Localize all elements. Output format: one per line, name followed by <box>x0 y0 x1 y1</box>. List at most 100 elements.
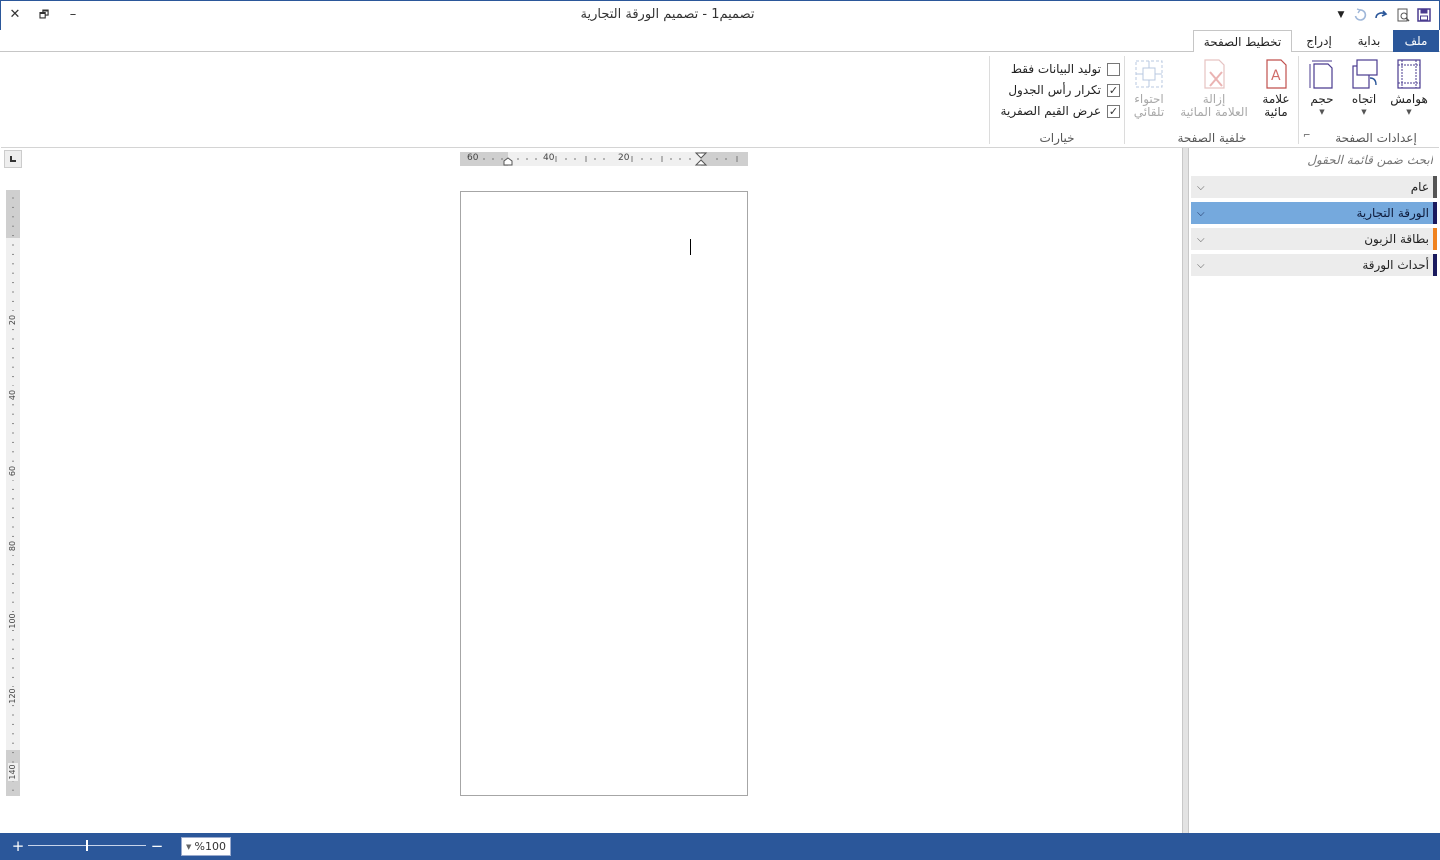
page-setup-group-label: إعدادات الصفحة <box>1335 131 1417 145</box>
margins-label: هوامش <box>1390 92 1428 106</box>
zoom-out-button[interactable]: − <box>150 837 164 855</box>
ruler-label: 40 <box>543 153 555 163</box>
margins-icon <box>1397 59 1421 89</box>
ruler-label: 60 <box>8 462 18 480</box>
show-zero-label: عرض القيم الصفرية <box>1000 104 1101 118</box>
field-search-input[interactable] <box>1191 150 1437 170</box>
section-general[interactable]: ⌵ عام <box>1191 176 1437 198</box>
tab-file[interactable]: ملف <box>1393 30 1439 52</box>
redo-button[interactable] <box>1371 5 1391 25</box>
checkmark-icon: ✓ <box>1108 83 1119 97</box>
customize-qat-button[interactable]: ▼ <box>1331 5 1351 25</box>
dialog-launcher-icon: ⌐ <box>1303 131 1311 141</box>
show-zero-option[interactable]: عرض القيم الصفرية ✓ <box>994 102 1120 120</box>
restore-window-button[interactable]: 🗗 <box>31 4 57 26</box>
repeat-header-checkbox[interactable]: ✓ <box>1107 83 1120 97</box>
chevron-down-icon: ⌵ <box>1197 233 1205 245</box>
chevron-down-icon: ⌵ <box>1197 259 1205 271</box>
ruler-ticks <box>12 197 14 791</box>
minimize-window-button[interactable]: – <box>60 4 86 26</box>
section-accent-bar <box>1433 254 1437 276</box>
section-label: أحداث الورقة <box>1362 258 1429 272</box>
minimize-icon: – <box>69 7 77 22</box>
group-separator <box>1298 56 1299 144</box>
dropdown-arrow-icon: ▼ <box>1406 108 1412 116</box>
section-label: الورقة التجارية <box>1356 206 1429 220</box>
remove-watermark-button[interactable]: إزالة العلامة المائية <box>1174 58 1254 119</box>
ruler-label: 40 <box>8 386 18 404</box>
chevron-down-icon: ⌵ <box>1197 207 1205 219</box>
orientation-label: اتجاه <box>1351 92 1377 106</box>
data-only-option[interactable]: توليد البيانات فقط <box>994 60 1120 78</box>
margins-button[interactable]: هوامش ▼ <box>1386 58 1432 119</box>
panel-splitter[interactable] <box>1182 148 1189 833</box>
print-preview-icon <box>1397 8 1410 22</box>
section-accent-bar <box>1433 176 1437 198</box>
undo-button[interactable] <box>1350 5 1370 25</box>
dropdown-arrow-icon: ▼ <box>1319 108 1325 116</box>
vertical-ruler[interactable]: 20 40 60 80 100 120 140 <box>6 190 20 796</box>
section-commercial-paper[interactable]: ⌵ الورقة التجارية <box>1191 202 1437 224</box>
section-accent-bar <box>1433 202 1437 224</box>
zoom-in-button[interactable]: + <box>11 837 25 855</box>
section-accent-bar <box>1433 228 1437 250</box>
chevron-down-icon: ⌵ <box>1197 181 1205 193</box>
tab-insert[interactable]: إدراج <box>1294 30 1344 52</box>
field-list-panel <box>1189 148 1439 833</box>
ruler-label: 140 <box>8 763 18 781</box>
ruler-label: 20 <box>618 153 630 163</box>
show-zero-checkbox[interactable]: ✓ <box>1107 104 1120 118</box>
watermark-label-line2: مائية <box>1264 105 1288 119</box>
watermark-icon: A <box>1266 59 1287 89</box>
size-button[interactable]: حجم ▼ <box>1302 58 1342 119</box>
group-separator <box>989 56 990 144</box>
restore-icon: 🗗 <box>38 8 50 21</box>
options-group-label: خيارات <box>1039 131 1075 145</box>
left-tab-icon <box>10 156 16 162</box>
ruler-label: 20 <box>8 311 18 329</box>
dropdown-arrow-icon: ▼ <box>1361 108 1367 116</box>
autofit-button[interactable]: احتواء تلقائي <box>1128 58 1170 119</box>
tab-home[interactable]: بداية <box>1346 30 1392 52</box>
section-label: بطاقة الزبون <box>1364 232 1429 246</box>
report-page[interactable] <box>460 191 748 796</box>
size-label: حجم <box>1310 92 1334 106</box>
zoom-slider-thumb[interactable] <box>86 840 88 851</box>
data-only-checkbox[interactable] <box>1107 62 1120 76</box>
save-button[interactable] <box>1414 5 1434 25</box>
section-customer-card[interactable]: ⌵ بطاقة الزبون <box>1191 228 1437 250</box>
close-window-button[interactable]: ✕ <box>2 4 28 26</box>
data-only-label: توليد البيانات فقط <box>1010 62 1101 76</box>
tab-page-layout[interactable]: تخطيط الصفحة <box>1193 30 1292 53</box>
print-preview-button[interactable] <box>1393 5 1413 25</box>
repeat-header-option[interactable]: تكرار رأس الجدول ✓ <box>994 81 1120 99</box>
remove-watermark-icon <box>1204 59 1225 89</box>
orientation-button[interactable]: اتجاه ▼ <box>1342 58 1386 119</box>
text-cursor <box>690 239 691 255</box>
checkmark-icon: ✓ <box>1108 104 1119 118</box>
section-paper-events[interactable]: ⌵ أحداث الورقة <box>1191 254 1437 276</box>
plus-icon: + <box>11 837 25 855</box>
watermark-button[interactable]: A علامة مائية <box>1256 58 1296 119</box>
remove-watermark-label-line2: العلامة المائية <box>1180 105 1248 119</box>
minus-icon: − <box>150 837 164 855</box>
svg-text:A: A <box>1271 68 1281 84</box>
page-setup-launcher-button[interactable]: ⌐ <box>1303 131 1311 141</box>
dropdown-arrow-icon: ▼ <box>1337 10 1345 20</box>
tab-stop-selector[interactable] <box>4 150 22 168</box>
autofit-icon <box>1135 60 1163 88</box>
zoom-select[interactable]: ▼ %100 <box>181 837 231 856</box>
group-separator <box>1124 56 1125 144</box>
ruler-label: 100 <box>8 612 18 630</box>
save-icon <box>1417 8 1431 22</box>
page-size-icon <box>1309 60 1333 89</box>
redo-icon <box>1375 10 1388 19</box>
autofit-label-line2: تلقائي <box>1133 105 1165 119</box>
ruler-label: 60 <box>467 153 479 163</box>
horizontal-ruler[interactable]: 60 40 20 <box>460 152 748 166</box>
close-icon: ✕ <box>9 7 21 22</box>
window-title: تصميم1 - تصميم الورقة التجارية <box>580 7 755 22</box>
ruler-label: 120 <box>8 687 18 705</box>
section-label: عام <box>1410 180 1429 194</box>
page-background-group-label: خلفية الصفحة <box>1177 131 1247 145</box>
